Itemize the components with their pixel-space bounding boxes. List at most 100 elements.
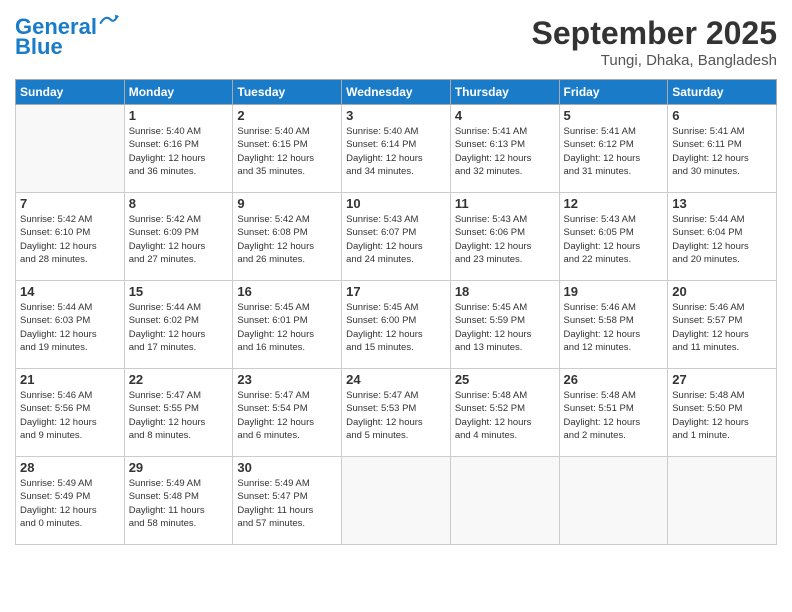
week-row-1: 7 Sunrise: 5:42 AM Sunset: 6:10 PM Daylig… <box>16 193 777 281</box>
cell-text: Sunrise: 5:48 AM Sunset: 5:50 PM Dayligh… <box>672 389 772 442</box>
day-number: 15 <box>129 284 229 299</box>
cell-text: Sunrise: 5:43 AM Sunset: 6:06 PM Dayligh… <box>455 213 555 266</box>
calendar-cell: 9 Sunrise: 5:42 AM Sunset: 6:08 PM Daylig… <box>233 193 342 281</box>
cell-text: Sunrise: 5:43 AM Sunset: 6:05 PM Dayligh… <box>564 213 664 266</box>
calendar-cell: 30 Sunrise: 5:49 AM Sunset: 5:47 PM Dayli… <box>233 457 342 545</box>
logo-text-line2: Blue <box>15 35 63 59</box>
day-number: 23 <box>237 372 337 387</box>
day-number: 16 <box>237 284 337 299</box>
cell-text: Sunrise: 5:42 AM Sunset: 6:08 PM Dayligh… <box>237 213 337 266</box>
cell-text: Sunrise: 5:47 AM Sunset: 5:55 PM Dayligh… <box>129 389 229 442</box>
calendar-cell: 7 Sunrise: 5:42 AM Sunset: 6:10 PM Daylig… <box>16 193 125 281</box>
calendar-cell <box>342 457 451 545</box>
calendar-cell: 1 Sunrise: 5:40 AM Sunset: 6:16 PM Daylig… <box>124 105 233 193</box>
month-title: September 2025 <box>532 15 777 52</box>
calendar-cell: 27 Sunrise: 5:48 AM Sunset: 5:50 PM Dayli… <box>668 369 777 457</box>
cell-text: Sunrise: 5:48 AM Sunset: 5:51 PM Dayligh… <box>564 389 664 442</box>
calendar-cell: 5 Sunrise: 5:41 AM Sunset: 6:12 PM Daylig… <box>559 105 668 193</box>
header: General Blue September 2025 Tungi, Dhaka… <box>15 15 777 69</box>
calendar-cell <box>559 457 668 545</box>
calendar-cell: 16 Sunrise: 5:45 AM Sunset: 6:01 PM Dayli… <box>233 281 342 369</box>
day-number: 13 <box>672 196 772 211</box>
col-friday: Friday <box>559 80 668 105</box>
calendar-cell: 8Sunrise: 5:42 AM Sunset: 6:09 PM Daylig… <box>124 193 233 281</box>
day-number: 2 <box>237 108 337 123</box>
calendar-cell: 21Sunrise: 5:46 AM Sunset: 5:56 PM Dayli… <box>16 369 125 457</box>
col-monday: Monday <box>124 80 233 105</box>
day-number: 18 <box>455 284 555 299</box>
calendar-cell: 26 Sunrise: 5:48 AM Sunset: 5:51 PM Dayli… <box>559 369 668 457</box>
cell-text: Sunrise: 5:44 AM Sunset: 6:02 PM Dayligh… <box>129 301 229 354</box>
day-number: 6 <box>672 108 772 123</box>
cell-text: Sunrise: 5:40 AM Sunset: 6:14 PM Dayligh… <box>346 125 446 178</box>
calendar-cell: 20 Sunrise: 5:46 AM Sunset: 5:57 PM Dayli… <box>668 281 777 369</box>
day-number: 10 <box>346 196 446 211</box>
day-number: 26 <box>564 372 664 387</box>
cell-text: Sunrise: 5:49 AM Sunset: 5:47 PM Dayligh… <box>237 477 337 530</box>
calendar-cell: 19 Sunrise: 5:46 AM Sunset: 5:58 PM Dayli… <box>559 281 668 369</box>
day-number: 19 <box>564 284 664 299</box>
day-number: 17 <box>346 284 446 299</box>
day-number: 9 <box>237 196 337 211</box>
calendar-cell: 10 Sunrise: 5:43 AM Sunset: 6:07 PM Dayli… <box>342 193 451 281</box>
calendar-cell: 28 Sunrise: 5:49 AM Sunset: 5:49 PM Dayli… <box>16 457 125 545</box>
cell-text: Sunrise: 5:42 AM Sunset: 6:10 PM Dayligh… <box>20 213 120 266</box>
cell-text: Sunrise: 5:45 AM Sunset: 5:59 PM Dayligh… <box>455 301 555 354</box>
cell-text: Sunrise: 5:43 AM Sunset: 6:07 PM Dayligh… <box>346 213 446 266</box>
day-number: 4 <box>455 108 555 123</box>
day-number: 21 <box>20 372 120 387</box>
cell-text: Sunrise: 5:47 AM Sunset: 5:54 PM Dayligh… <box>237 389 337 442</box>
day-number: 24 <box>346 372 446 387</box>
col-thursday: Thursday <box>450 80 559 105</box>
day-number: 28 <box>20 460 120 475</box>
day-number: 29 <box>129 460 229 475</box>
cell-text: Sunrise: 5:46 AM Sunset: 5:57 PM Dayligh… <box>672 301 772 354</box>
calendar-cell: 24 Sunrise: 5:47 AM Sunset: 5:53 PM Dayli… <box>342 369 451 457</box>
cell-text: Sunrise: 5:49 AM Sunset: 5:49 PM Dayligh… <box>20 477 120 530</box>
cell-text: Sunrise: 5:41 AM Sunset: 6:11 PM Dayligh… <box>672 125 772 178</box>
cell-text: Sunrise: 5:40 AM Sunset: 6:16 PM Dayligh… <box>129 125 229 178</box>
day-number: 5 <box>564 108 664 123</box>
day-number: 7 <box>20 196 120 211</box>
calendar-table: Sunday Monday Tuesday Wednesday Thursday… <box>15 79 777 545</box>
col-sunday: Sunday <box>16 80 125 105</box>
cell-text: Sunrise: 5:45 AM Sunset: 6:01 PM Dayligh… <box>237 301 337 354</box>
col-saturday: Saturday <box>668 80 777 105</box>
cell-text: Sunrise: 5:46 AM Sunset: 5:58 PM Dayligh… <box>564 301 664 354</box>
calendar-cell: 25Sunrise: 5:48 AM Sunset: 5:52 PM Dayli… <box>450 369 559 457</box>
day-number: 20 <box>672 284 772 299</box>
cell-text: Sunrise: 5:45 AM Sunset: 6:00 PM Dayligh… <box>346 301 446 354</box>
day-number: 30 <box>237 460 337 475</box>
calendar-cell: 12 Sunrise: 5:43 AM Sunset: 6:05 PM Dayli… <box>559 193 668 281</box>
day-number: 12 <box>564 196 664 211</box>
week-row-0: 1 Sunrise: 5:40 AM Sunset: 6:16 PM Daylig… <box>16 105 777 193</box>
logo: General Blue <box>15 15 119 59</box>
calendar-cell <box>16 105 125 193</box>
cell-text: Sunrise: 5:41 AM Sunset: 6:13 PM Dayligh… <box>455 125 555 178</box>
day-number: 11 <box>455 196 555 211</box>
page: General Blue September 2025 Tungi, Dhaka… <box>0 0 792 612</box>
calendar-cell <box>450 457 559 545</box>
day-number: 14 <box>20 284 120 299</box>
col-wednesday: Wednesday <box>342 80 451 105</box>
calendar-cell: 13Sunrise: 5:44 AM Sunset: 6:04 PM Dayli… <box>668 193 777 281</box>
day-number: 1 <box>129 108 229 123</box>
logo-icon <box>99 13 119 33</box>
day-number: 27 <box>672 372 772 387</box>
week-row-2: 14Sunrise: 5:44 AM Sunset: 6:03 PM Dayli… <box>16 281 777 369</box>
week-row-4: 28 Sunrise: 5:49 AM Sunset: 5:49 PM Dayli… <box>16 457 777 545</box>
day-number: 3 <box>346 108 446 123</box>
calendar-cell: 22 Sunrise: 5:47 AM Sunset: 5:55 PM Dayli… <box>124 369 233 457</box>
cell-text: Sunrise: 5:40 AM Sunset: 6:15 PM Dayligh… <box>237 125 337 178</box>
calendar-cell: 6 Sunrise: 5:41 AM Sunset: 6:11 PM Daylig… <box>668 105 777 193</box>
day-number: 22 <box>129 372 229 387</box>
calendar-cell: 15 Sunrise: 5:44 AM Sunset: 6:02 PM Dayli… <box>124 281 233 369</box>
day-number: 25 <box>455 372 555 387</box>
calendar-cell: 14Sunrise: 5:44 AM Sunset: 6:03 PM Dayli… <box>16 281 125 369</box>
calendar-cell: 17 Sunrise: 5:45 AM Sunset: 6:00 PM Dayli… <box>342 281 451 369</box>
cell-text: Sunrise: 5:47 AM Sunset: 5:53 PM Dayligh… <box>346 389 446 442</box>
cell-text: Sunrise: 5:41 AM Sunset: 6:12 PM Dayligh… <box>564 125 664 178</box>
calendar-cell: 18 Sunrise: 5:45 AM Sunset: 5:59 PM Dayli… <box>450 281 559 369</box>
location: Tungi, Dhaka, Bangladesh <box>532 52 777 69</box>
day-number: 8 <box>129 196 229 211</box>
